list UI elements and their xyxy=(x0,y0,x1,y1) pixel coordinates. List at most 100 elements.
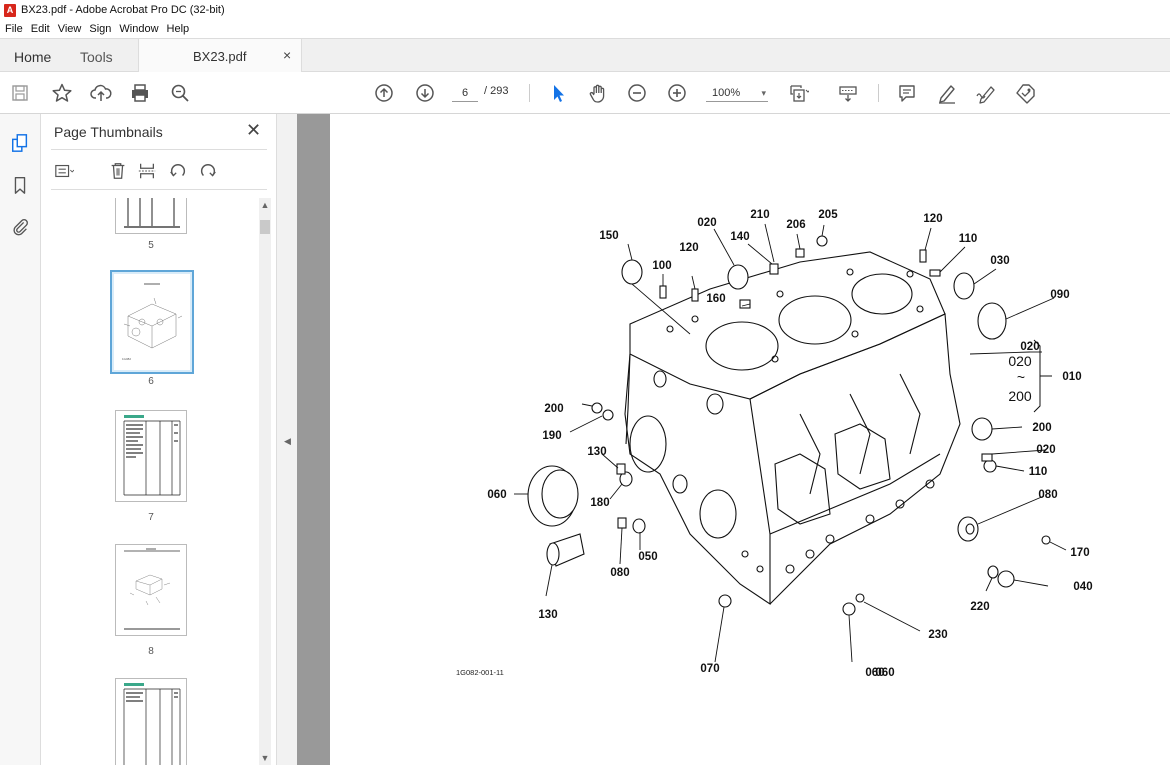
highlight-pen-icon[interactable] xyxy=(935,81,959,105)
bookmark-icon[interactable] xyxy=(9,174,31,196)
scroll-up-icon[interactable]: ▲ xyxy=(259,200,271,210)
callout-label: 140 xyxy=(730,231,749,243)
acrobat-app-icon: A xyxy=(4,3,16,17)
comment-icon[interactable] xyxy=(895,81,919,105)
callout-label: 050 xyxy=(638,551,657,563)
callout-label: 160 xyxy=(706,293,725,305)
tab-bar: Home Tools BX23.pdf × xyxy=(0,38,1170,73)
star-icon[interactable] xyxy=(50,81,74,105)
callout-label: 200 xyxy=(544,403,563,415)
chevron-down-icon: ▾ xyxy=(761,88,766,98)
callout-label: 110 xyxy=(1029,466,1048,478)
delete-trash-icon[interactable] xyxy=(107,160,129,182)
attachment-paperclip-icon[interactable] xyxy=(9,216,31,238)
thumbnail-scrollbar[interactable]: ▲ ▼ xyxy=(259,198,271,765)
callout-label: 090 xyxy=(1050,289,1069,301)
page-thumbnails-panel: Page Thumbnails ✕ 5 1G082 6 7 8 ▲ ▼ xyxy=(41,114,277,765)
thumbnail-page-7[interactable] xyxy=(115,410,187,502)
rotate-left-icon[interactable] xyxy=(167,160,189,182)
menu-bar: File Edit View Sign Window Help xyxy=(0,20,1170,38)
zoom-level-select[interactable]: 100% ▾ xyxy=(706,84,768,102)
page-fit-icon[interactable] xyxy=(786,81,810,105)
thumbnail-page-9[interactable] xyxy=(115,678,187,765)
callout-label: 205 xyxy=(818,209,838,221)
zoom-search-icon[interactable] xyxy=(168,81,192,105)
thumbnail-list: 5 1G082 6 7 8 xyxy=(41,198,261,765)
menu-help[interactable]: Help xyxy=(167,23,190,35)
select-cursor-icon[interactable] xyxy=(546,81,570,105)
tab-document[interactable]: BX23.pdf × xyxy=(138,39,302,73)
zoom-in-icon[interactable] xyxy=(665,81,689,105)
scrollbar-thumb[interactable] xyxy=(260,220,270,234)
window-title: BX23.pdf - Adobe Acrobat Pro DC (32-bit) xyxy=(21,4,225,16)
page-count: / 293 xyxy=(484,85,509,97)
figure-id: 1G082-001-11 xyxy=(456,668,504,677)
callout-label: 020 xyxy=(1020,341,1039,353)
tab-tools[interactable]: Tools xyxy=(80,49,113,65)
thumbnail-page-5[interactable] xyxy=(115,198,187,234)
next-page-icon[interactable] xyxy=(413,81,437,105)
thumbnail-label: 5 xyxy=(148,240,154,251)
panel-divider xyxy=(51,149,267,150)
callout-label: 180 xyxy=(590,497,609,509)
panel-title: Page Thumbnails xyxy=(54,124,163,140)
keyboard-scroll-icon[interactable] xyxy=(836,81,860,105)
callout-label: 060 xyxy=(875,667,894,679)
callout-label: 120 xyxy=(923,213,942,225)
tab-home[interactable]: Home xyxy=(14,49,51,65)
previous-page-icon[interactable] xyxy=(372,81,396,105)
title-bar: A BX23.pdf - Adobe Acrobat Pro DC (32-bi… xyxy=(0,0,1170,20)
callout-labels: 210 205 020 140 206 120 150 120 110 100 030 160 090 0… xyxy=(487,209,1092,679)
scroll-down-icon[interactable]: ▼ xyxy=(259,753,271,763)
rotate-right-icon[interactable] xyxy=(197,160,219,182)
page-number-input[interactable]: 6 xyxy=(452,84,478,102)
thumbnail-page-6-selected[interactable]: 1G082 xyxy=(110,270,194,374)
callout-label: 120 xyxy=(679,242,698,254)
panel-splitter[interactable]: ◀ xyxy=(277,114,297,765)
callout-label: 210 xyxy=(750,209,769,221)
insert-page-icon[interactable] xyxy=(136,160,158,182)
zoom-value: 100% xyxy=(712,87,741,99)
leader-lines xyxy=(514,223,1067,663)
hand-tool-icon[interactable] xyxy=(586,81,610,105)
document-viewport[interactable]: 210 205 020 140 206 120 150 120 110 100 030 160 090 0… xyxy=(297,114,1170,765)
callout-label: 190 xyxy=(542,430,561,442)
panel-divider xyxy=(51,189,267,190)
page-thumbnails-icon[interactable] xyxy=(9,132,31,154)
close-panel-button[interactable]: ✕ xyxy=(246,120,261,141)
callout-label: 080 xyxy=(610,567,629,579)
callout-label: 170 xyxy=(1070,547,1089,559)
callout-label: 020 xyxy=(697,217,716,229)
engine-block-drawing xyxy=(624,251,961,606)
close-tab-button[interactable]: × xyxy=(283,47,291,63)
callout-label: 200 xyxy=(1032,422,1051,434)
menu-window[interactable]: Window xyxy=(119,23,158,35)
callout-label: 150 xyxy=(599,230,618,242)
menu-sign[interactable]: Sign xyxy=(89,23,111,35)
menu-view[interactable]: View xyxy=(58,23,82,35)
toolbar-divider xyxy=(878,84,879,102)
menu-file[interactable]: File xyxy=(5,23,23,35)
options-menu-icon[interactable] xyxy=(53,160,75,182)
bracket-bottom-label: 200 xyxy=(1008,388,1032,404)
thumbnail-label: 6 xyxy=(148,376,154,387)
sign-icon[interactable] xyxy=(974,81,998,105)
svg-text:1G082: 1G082 xyxy=(122,357,131,361)
print-icon[interactable] xyxy=(128,81,152,105)
callout-label: 130 xyxy=(587,446,606,458)
save-icon[interactable] xyxy=(8,81,32,105)
callout-label: 100 xyxy=(652,260,671,272)
cloud-upload-icon[interactable] xyxy=(89,81,113,105)
callout-label: 220 xyxy=(970,601,989,613)
collapse-panel-icon[interactable]: ◀ xyxy=(284,436,291,447)
thumbnail-toolbar xyxy=(51,154,267,186)
callout-label: 030 xyxy=(990,255,1009,267)
menu-edit[interactable]: Edit xyxy=(31,23,50,35)
thumbnail-page-8[interactable] xyxy=(115,544,187,636)
toolbar-divider xyxy=(529,84,530,102)
main-toolbar: 6 / 293 100% ▾ xyxy=(0,72,1170,114)
callout-label: 130 xyxy=(538,609,557,621)
callout-label: 110 xyxy=(959,233,978,245)
share-tag-icon[interactable] xyxy=(1013,81,1037,105)
zoom-out-icon[interactable] xyxy=(625,81,649,105)
